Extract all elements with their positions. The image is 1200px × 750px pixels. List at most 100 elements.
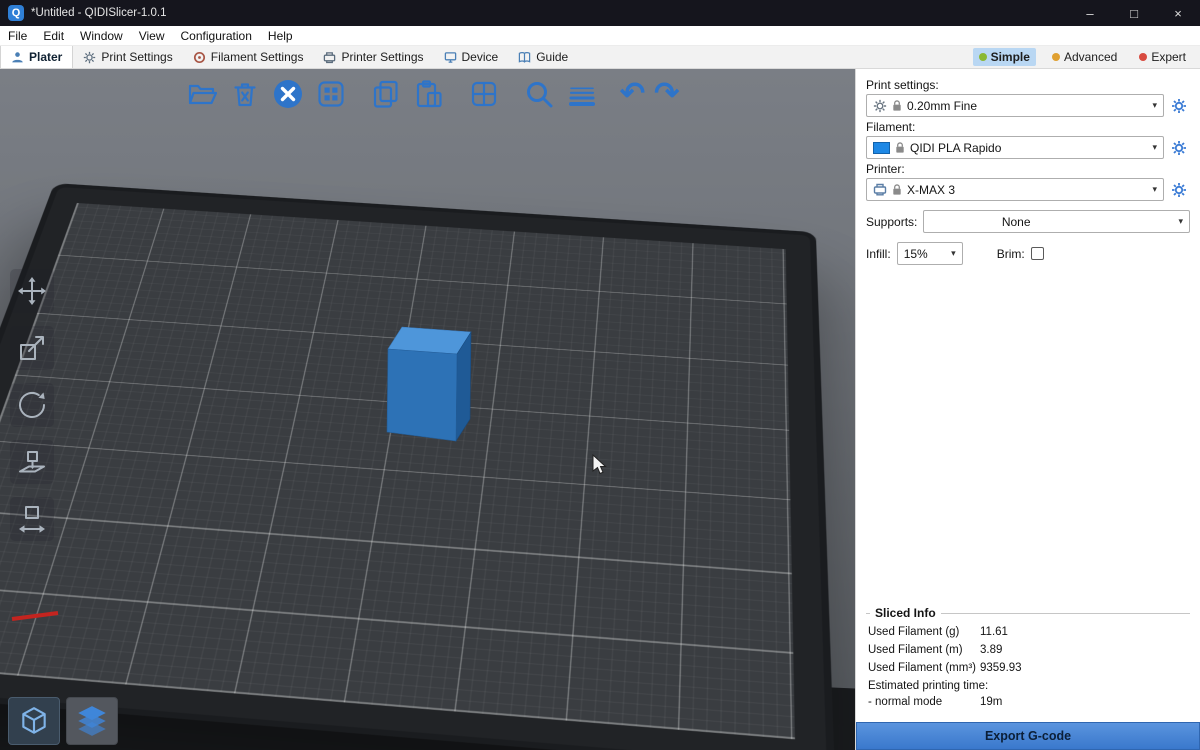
scale-icon [17, 333, 47, 363]
minimize-button[interactable]: – [1068, 0, 1112, 26]
chevron-down-icon: ▾ [1152, 142, 1157, 153]
menu-view[interactable]: View [131, 26, 173, 45]
supports-select[interactable]: None ▾ [923, 210, 1190, 233]
printer-icon [323, 51, 336, 64]
paste-icon [414, 79, 444, 109]
move-tool-button[interactable] [10, 269, 54, 313]
sliced-info-row: Used Filament (mm³) 9359.93 [868, 662, 1188, 674]
menu-window[interactable]: Window [72, 26, 131, 45]
layers-preview-icon [74, 704, 110, 738]
printer-gear-button[interactable] [1168, 179, 1190, 201]
printer-label: Printer: [866, 162, 1190, 176]
mode-simple[interactable]: Simple [973, 48, 1036, 66]
layer-lines-icon [567, 79, 597, 109]
view-toggle [8, 697, 118, 745]
tab-label: Guide [536, 50, 568, 64]
open-button[interactable] [185, 77, 219, 111]
brim-checkbox[interactable] [1031, 247, 1044, 260]
scale-tool-button[interactable] [10, 326, 54, 370]
expert-mode-dot-icon [1139, 53, 1147, 61]
redo-button[interactable]: ↷ [654, 79, 679, 109]
print-settings-label: Print settings: [866, 78, 1190, 92]
printer-select[interactable]: X-MAX 3 ▾ [866, 178, 1164, 201]
delete-all-button[interactable] [271, 77, 305, 111]
sliced-info-row: - normal mode 19m [868, 696, 1188, 708]
menu-help[interactable]: Help [260, 26, 301, 45]
export-gcode-button[interactable]: Export G-code [856, 722, 1200, 750]
menu-edit[interactable]: Edit [35, 26, 72, 45]
infill-value: 15% [904, 247, 928, 261]
mode-advanced[interactable]: Advanced [1046, 48, 1123, 66]
infill-label: Infill: [866, 247, 891, 261]
split-objects-icon [469, 79, 499, 109]
guide-book-icon [518, 51, 531, 64]
advanced-mode-dot-icon [1052, 53, 1060, 61]
print-settings-select[interactable]: 0.20mm Fine ▾ [866, 94, 1164, 117]
trash-icon [230, 79, 260, 109]
chevron-down-icon: ▾ [1152, 100, 1157, 111]
tab-label: Device [462, 50, 499, 64]
menu-configuration[interactable]: Configuration [173, 26, 260, 45]
maximize-button[interactable]: □ [1112, 0, 1156, 26]
gear-icon [83, 51, 96, 64]
split-button[interactable] [467, 77, 501, 111]
gear-icon [1171, 182, 1187, 198]
cube-view-icon [18, 705, 50, 737]
filament-color-swatch [873, 142, 890, 154]
arrange-button[interactable] [314, 77, 348, 111]
mode-expert[interactable]: Expert [1133, 48, 1192, 66]
lock-icon [895, 142, 905, 154]
paste-button[interactable] [412, 77, 446, 111]
infill-select[interactable]: 15% ▾ [897, 242, 963, 265]
viewport-toolbar: ↶ ↷ [185, 73, 679, 115]
filament-gear-button[interactable] [1168, 137, 1190, 159]
variable-layer-height-button[interactable] [565, 77, 599, 111]
plater-icon [11, 51, 24, 64]
tab-printer-settings[interactable]: Printer Settings [313, 46, 433, 68]
settings-sidebar: Print settings: 0.20mm Fine ▾ Filament: … [855, 69, 1200, 750]
print-settings-gear-button[interactable] [1168, 95, 1190, 117]
supports-value: None [1002, 215, 1031, 229]
sliced-info-row: Used Filament (m) 3.89 [868, 644, 1188, 656]
delete-button[interactable] [228, 77, 262, 111]
copy-button[interactable] [369, 77, 403, 111]
filament-spool-icon [193, 51, 206, 64]
chevron-down-icon: ▾ [1178, 216, 1183, 227]
printing-time-label: Estimated printing time: [868, 680, 1188, 692]
tab-plater[interactable]: Plater [0, 46, 73, 68]
place-on-face-tool-button[interactable] [10, 440, 54, 484]
gizmo-toolbar [10, 269, 54, 541]
simple-mode-dot-icon [979, 53, 987, 61]
close-button[interactable]: × [1156, 0, 1200, 26]
tab-filament-settings[interactable]: Filament Settings [183, 46, 314, 68]
tab-guide[interactable]: Guide [508, 46, 578, 68]
printer-value: X-MAX 3 [907, 183, 955, 197]
menu-file[interactable]: File [0, 26, 35, 45]
search-icon [524, 79, 554, 109]
measure-icon [17, 504, 47, 534]
editor-view-button[interactable] [8, 697, 60, 745]
tab-bar: Plater Print Settings Filament Settings … [0, 46, 1200, 69]
filament-select[interactable]: QIDI PLA Rapido ▾ [866, 136, 1164, 159]
monitor-icon [444, 51, 457, 64]
tab-device[interactable]: Device [434, 46, 509, 68]
copy-icon [371, 79, 401, 109]
tab-label: Printer Settings [341, 50, 423, 64]
window-title: *Untitled - QIDISlicer-1.0.1 [31, 7, 167, 19]
tab-print-settings[interactable]: Print Settings [73, 46, 182, 68]
move-icon [17, 276, 47, 306]
printer-icon [873, 183, 887, 196]
delete-all-icon [272, 78, 304, 110]
measure-tool-button[interactable] [10, 497, 54, 541]
gear-icon [1171, 140, 1187, 156]
viewport-3d[interactable]: ↶ ↷ [0, 69, 855, 750]
undo-button[interactable]: ↶ [620, 79, 645, 109]
preview-view-button[interactable] [66, 697, 118, 745]
tab-label: Print Settings [101, 50, 172, 64]
search-button[interactable] [522, 77, 556, 111]
menu-bar: File Edit Window View Configuration Help [0, 26, 1200, 46]
lock-icon [892, 100, 902, 112]
print-settings-value: 0.20mm Fine [907, 99, 977, 113]
arrange-icon [316, 79, 346, 109]
rotate-tool-button[interactable] [10, 383, 54, 427]
